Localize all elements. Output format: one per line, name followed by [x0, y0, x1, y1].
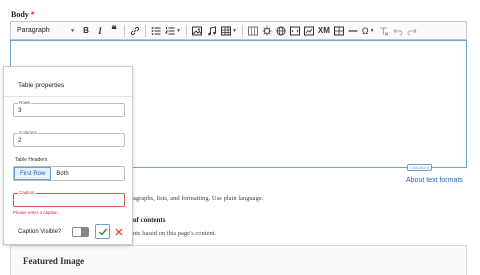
- table-column-button[interactable]: [246, 23, 260, 38]
- rows-value: 3: [18, 107, 22, 114]
- caption-input[interactable]: Caption: [13, 190, 125, 207]
- toolbar-separator: [241, 24, 243, 37]
- header-option-first-row[interactable]: First Row: [14, 167, 52, 180]
- checkmark-icon: [98, 228, 107, 236]
- italic-icon: I: [98, 25, 102, 36]
- table-icon: [220, 26, 231, 35]
- undo-button[interactable]: [391, 23, 405, 38]
- table-headers-selector: First Row Both: [13, 166, 125, 181]
- close-icon: [115, 228, 123, 235]
- table-headers-label: Table Headers: [15, 157, 48, 163]
- redo-button[interactable]: [405, 23, 419, 38]
- toolbar-separator: [124, 24, 125, 37]
- horizontal-line-button[interactable]: [346, 23, 360, 38]
- quote-icon: ❝: [111, 25, 117, 36]
- paragraph-format-value: Paragraph: [17, 27, 50, 34]
- chart-embed-button[interactable]: [302, 23, 316, 38]
- globe-icon: [276, 26, 286, 35]
- paragraph-format-dropdown[interactable]: Paragraph ▼: [11, 23, 79, 38]
- featured-image-title: Featured Image: [23, 256, 85, 266]
- cancel-button[interactable]: [113, 224, 125, 239]
- about-text-formats-link[interactable]: About text formats: [406, 177, 463, 184]
- columns-value: 2: [18, 137, 22, 144]
- chevron-down-icon: ▼: [176, 27, 181, 34]
- horizontal-line-icon: [348, 29, 358, 32]
- chevron-down-icon: ▼: [70, 27, 75, 34]
- omega-icon: Ω: [361, 25, 369, 36]
- chevron-down-icon: ▼: [369, 27, 375, 34]
- header-option-both[interactable]: Both: [51, 167, 73, 180]
- grid-icon: [333, 26, 344, 35]
- popup-divider: [4, 96, 132, 97]
- popup-title: Table properties: [18, 82, 65, 89]
- toolbar-separator: [145, 24, 146, 37]
- image-icon: [191, 26, 202, 35]
- blockquote-button[interactable]: ❝: [107, 23, 121, 38]
- bulleted-list-icon: [151, 26, 161, 35]
- link-icon: [130, 26, 140, 35]
- caption-visible-toggle[interactable]: [72, 227, 89, 237]
- undo-icon: [392, 28, 403, 35]
- toc-field-label: of contents: [133, 216, 166, 224]
- body-label-text: Body: [11, 10, 29, 19]
- numbered-list-button[interactable]: ▼: [163, 23, 183, 38]
- link-button[interactable]: [128, 23, 142, 38]
- required-marker: *: [30, 10, 35, 19]
- remove-format-icon: [380, 27, 388, 36]
- redo-icon: [407, 28, 417, 35]
- numbered-list-icon: [165, 26, 175, 34]
- powered-by-badge[interactable]: CKEditor 5: [407, 164, 433, 171]
- caption-visible-label: Caption Visible?: [18, 229, 62, 235]
- music-icon: [208, 25, 216, 35]
- editor-toolbar: Paragraph ▼ B I ❝ ▼ ▼ XM Ω ▼: [10, 21, 467, 40]
- italic-button[interactable]: I: [93, 23, 107, 38]
- caption-label: Caption: [18, 190, 36, 195]
- body-field-label: Body *: [11, 10, 35, 19]
- save-button[interactable]: [95, 224, 110, 239]
- bold-button[interactable]: B: [79, 23, 93, 38]
- columns-label: Columns: [18, 130, 38, 135]
- insert-image-button[interactable]: [190, 23, 205, 38]
- insert-table-button[interactable]: ▼: [219, 23, 239, 38]
- code-block-button[interactable]: [288, 23, 302, 38]
- rows-label: Rows: [18, 100, 32, 105]
- insert-media-button[interactable]: [205, 23, 219, 38]
- chart-icon: [303, 26, 314, 35]
- format-help-text: agraphs, lists, and formatting. Use plai…: [133, 195, 264, 202]
- remove-format-button[interactable]: [377, 23, 391, 38]
- bulleted-list-button[interactable]: [149, 23, 163, 38]
- caption-error-message: Please enter a caption.: [13, 210, 60, 215]
- special-characters-button[interactable]: Ω ▼: [360, 23, 377, 38]
- featured-image-section[interactable]: Featured Image: [10, 245, 467, 275]
- chevron-down-icon: ▼: [231, 27, 237, 34]
- table-properties-popup: Table properties Rows 3 Columns 2 Table …: [3, 66, 133, 245]
- table-column-icon: [247, 26, 258, 35]
- special-settings-button[interactable]: [260, 23, 274, 38]
- bold-icon: B: [83, 26, 89, 35]
- gear-icon: [262, 26, 272, 35]
- toolbar-separator: [185, 24, 187, 37]
- toc-description: nts based on this page's content.: [133, 230, 217, 237]
- xml-icon: XM: [317, 26, 330, 35]
- table-insert-button[interactable]: [332, 23, 346, 38]
- code-block-icon: [289, 26, 300, 35]
- source-xml-button[interactable]: XM: [316, 23, 332, 38]
- embed-button[interactable]: [274, 23, 288, 38]
- rows-input[interactable]: Rows 3: [13, 100, 125, 117]
- columns-input[interactable]: Columns 2: [13, 130, 125, 147]
